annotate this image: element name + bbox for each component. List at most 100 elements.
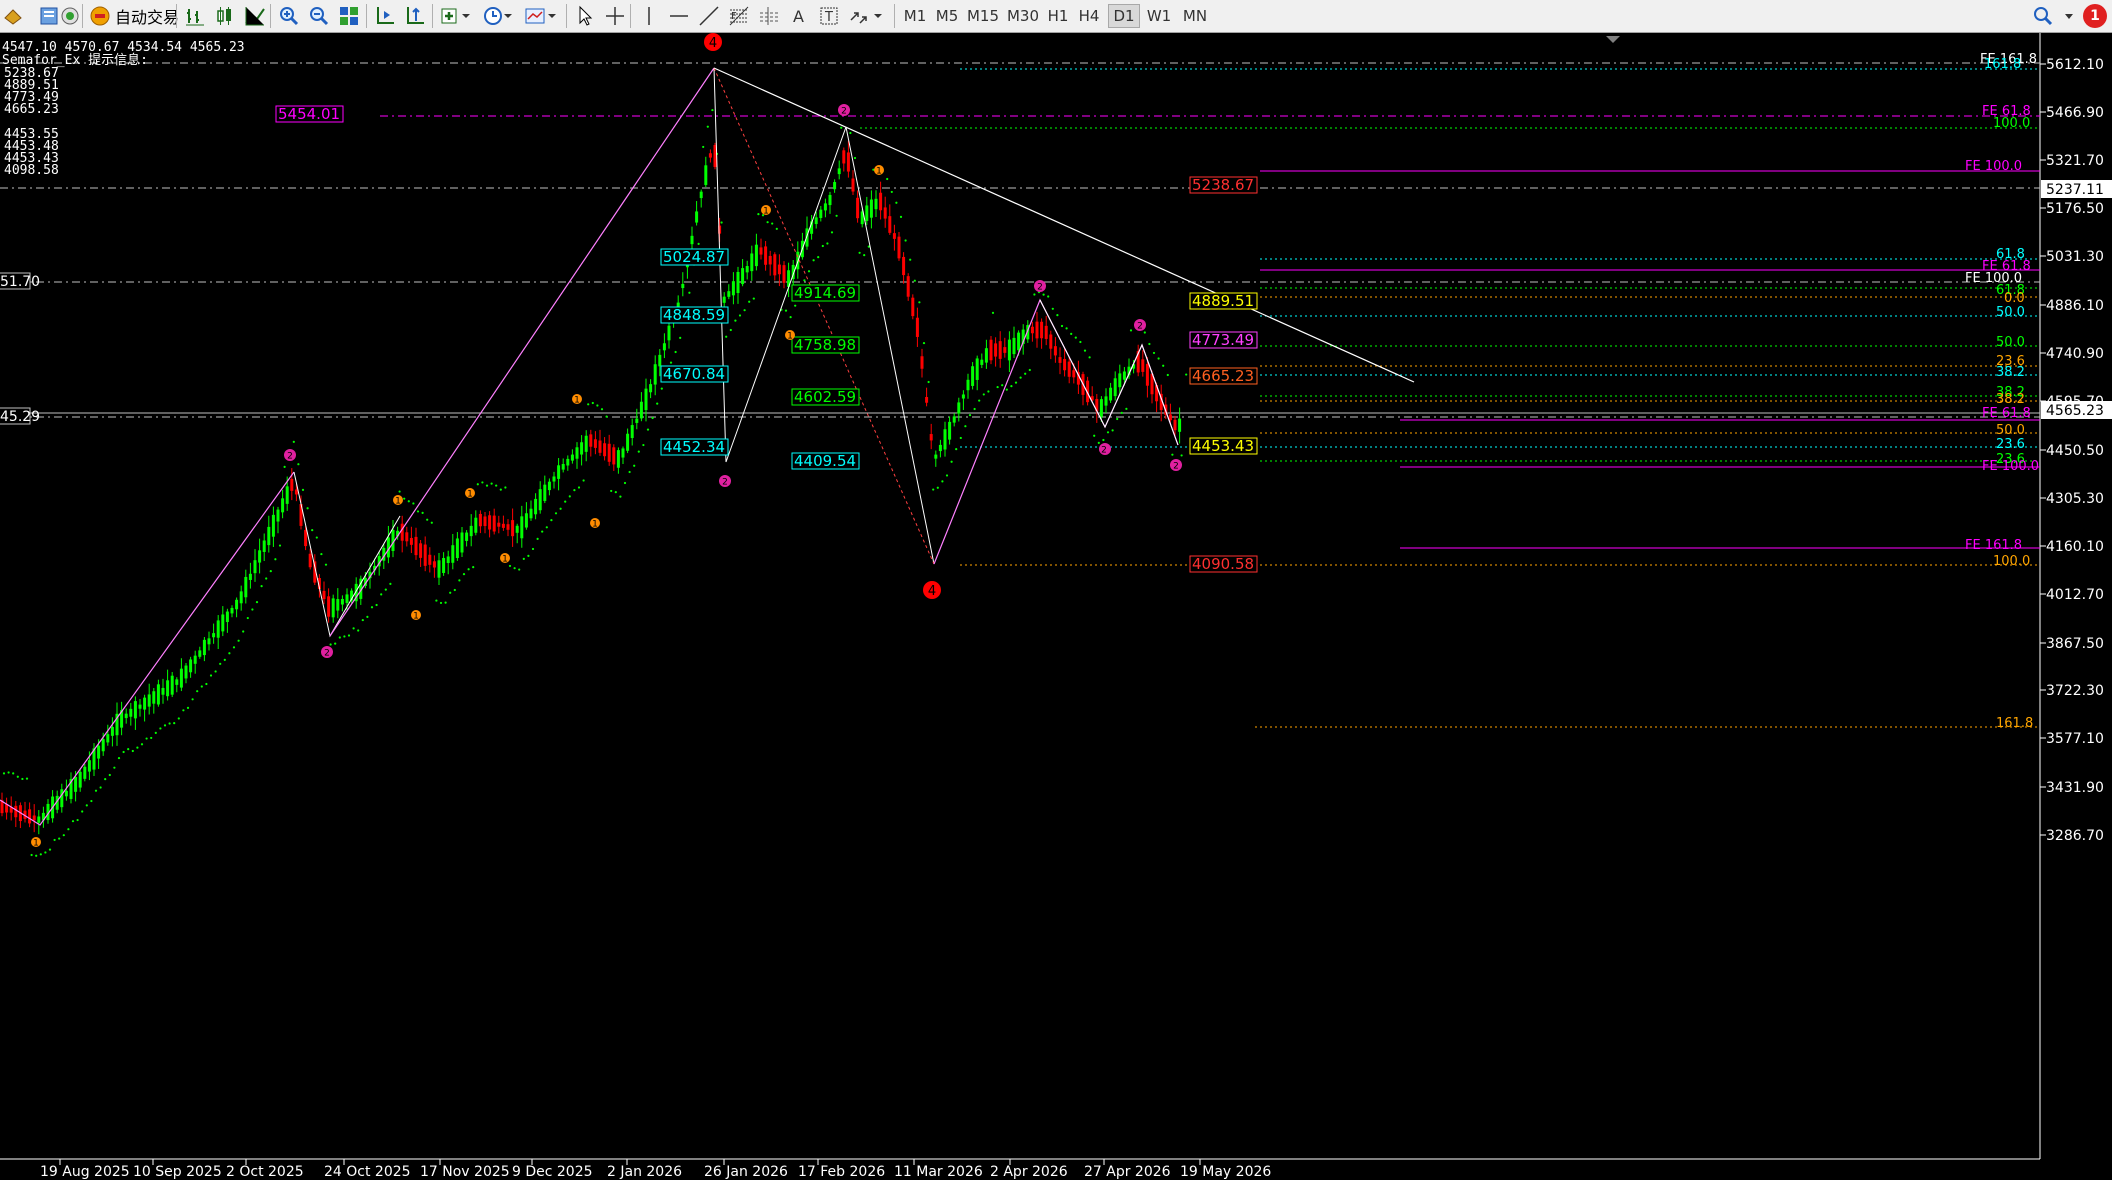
candle-body — [225, 611, 229, 623]
sar-dot — [214, 670, 217, 673]
vertical-line-icon[interactable] — [636, 2, 662, 29]
candle-body — [759, 247, 763, 255]
timeframe-h4[interactable]: H4 — [1073, 4, 1105, 28]
notifications-icon[interactable] — [2060, 2, 2078, 29]
candle-body — [975, 358, 979, 380]
sar-dot — [421, 511, 424, 514]
channels-icon[interactable] — [756, 2, 782, 29]
text-icon[interactable]: A — [786, 2, 812, 29]
search-icon[interactable] — [2030, 2, 2056, 29]
sar-dot — [228, 652, 231, 655]
sar-dot — [1106, 431, 1110, 434]
candle-body — [304, 529, 308, 547]
candle-body — [722, 296, 726, 303]
candle-body — [101, 739, 105, 752]
price-chart[interactable]: FE 161.8161.8FE 61.8100.0FE 100.061.8FE … — [0, 33, 2112, 1180]
sar-dot — [499, 488, 502, 491]
line-chart-icon[interactable] — [242, 2, 268, 29]
notification-badge[interactable]: 1 — [2080, 2, 2110, 29]
candle-body — [952, 416, 956, 423]
candle-body — [980, 359, 984, 365]
candle-body — [248, 573, 252, 580]
candle-body — [184, 665, 188, 679]
bar-chart-icon[interactable] — [182, 2, 208, 29]
periods-icon[interactable] — [480, 2, 516, 29]
tile-windows-icon[interactable] — [336, 2, 362, 29]
candle-body — [989, 339, 993, 361]
fibonacci-icon[interactable]: F — [726, 2, 752, 29]
candle-body — [731, 281, 735, 296]
zoom-out-icon[interactable] — [306, 2, 332, 29]
fib-level-label: 100.0 — [1993, 554, 2030, 569]
chart-window[interactable]: FE 161.8 161.8 FE 61.8 100.0 FE 100.0 61.8 FE … — [0, 33, 2112, 1180]
sar-dot — [108, 773, 111, 777]
sar-dot — [568, 495, 571, 498]
text-label-icon[interactable]: T — [816, 2, 842, 29]
cursor-icon[interactable] — [572, 2, 598, 29]
timeframe-m30[interactable]: M30 — [1003, 4, 1043, 28]
sar-dot — [945, 474, 949, 477]
indicators-icon[interactable] — [438, 2, 474, 29]
new-order-icon[interactable] — [2, 2, 24, 29]
candle-body — [699, 191, 703, 199]
sar-dot — [918, 301, 921, 304]
sar-dot — [826, 242, 829, 245]
timeframe-m1[interactable]: M1 — [899, 4, 931, 28]
candle-body — [216, 620, 220, 638]
timeframe-w1[interactable]: W1 — [1143, 4, 1175, 28]
candle-body — [635, 418, 639, 423]
sar-dot — [536, 537, 539, 541]
sar-dot — [375, 603, 378, 607]
trendline-icon[interactable] — [696, 2, 722, 29]
sar-dot — [522, 557, 525, 560]
candle-body — [331, 598, 335, 618]
candle-body — [727, 291, 731, 297]
templates-icon[interactable] — [522, 2, 560, 29]
candle-body — [929, 434, 933, 441]
horizontal-line-icon[interactable] — [666, 2, 692, 29]
candle-body — [1145, 363, 1149, 386]
candle-body — [575, 447, 579, 459]
candlestick-icon[interactable] — [212, 2, 238, 29]
sar-dot — [389, 582, 392, 585]
sar-dot — [357, 629, 360, 632]
auto-scroll-icon[interactable] — [372, 2, 398, 29]
zoom-in-icon[interactable] — [276, 2, 302, 29]
candle-body — [336, 599, 340, 611]
sar-dot — [637, 450, 640, 453]
candle-body — [1113, 378, 1117, 397]
candle-body — [874, 198, 878, 210]
timeframe-mn[interactable]: MN — [1177, 4, 1213, 28]
chart-shift-icon[interactable] — [402, 2, 428, 29]
timeframe-d1[interactable]: D1 — [1108, 4, 1140, 28]
sar-dot — [403, 497, 406, 500]
candle-body — [690, 235, 694, 245]
crosshair-icon[interactable] — [602, 2, 628, 29]
sar-dot — [559, 507, 562, 510]
timeframe-m5[interactable]: M5 — [931, 4, 963, 28]
sar-dot — [444, 601, 447, 604]
sar-dot — [435, 599, 438, 602]
candle-body — [865, 205, 869, 221]
candle-body — [253, 560, 257, 574]
sar-dot — [94, 789, 98, 792]
timeframe-m15[interactable]: M15 — [963, 4, 1003, 28]
candle-body — [842, 150, 846, 164]
candle-body — [961, 394, 965, 399]
arrows-icon[interactable] — [846, 2, 886, 29]
timeframe-h1[interactable]: H1 — [1043, 4, 1073, 28]
candle-body — [653, 364, 657, 385]
sar-dot — [159, 727, 162, 730]
zigzag-line — [713, 67, 935, 565]
price-axis-label: 3867.50 — [2046, 636, 2104, 652]
sar-dot — [131, 749, 134, 753]
candle-body — [644, 388, 648, 411]
sar-dot — [738, 314, 742, 317]
autotrade-button[interactable]: 自动交易 — [88, 2, 180, 29]
candle-body — [294, 489, 298, 495]
candle-body — [189, 659, 193, 673]
sar-dot — [219, 662, 222, 665]
price-axis-label: 5031.30 — [2046, 249, 2104, 265]
candle-body — [534, 498, 538, 515]
market-watch-icon[interactable] — [58, 2, 82, 29]
